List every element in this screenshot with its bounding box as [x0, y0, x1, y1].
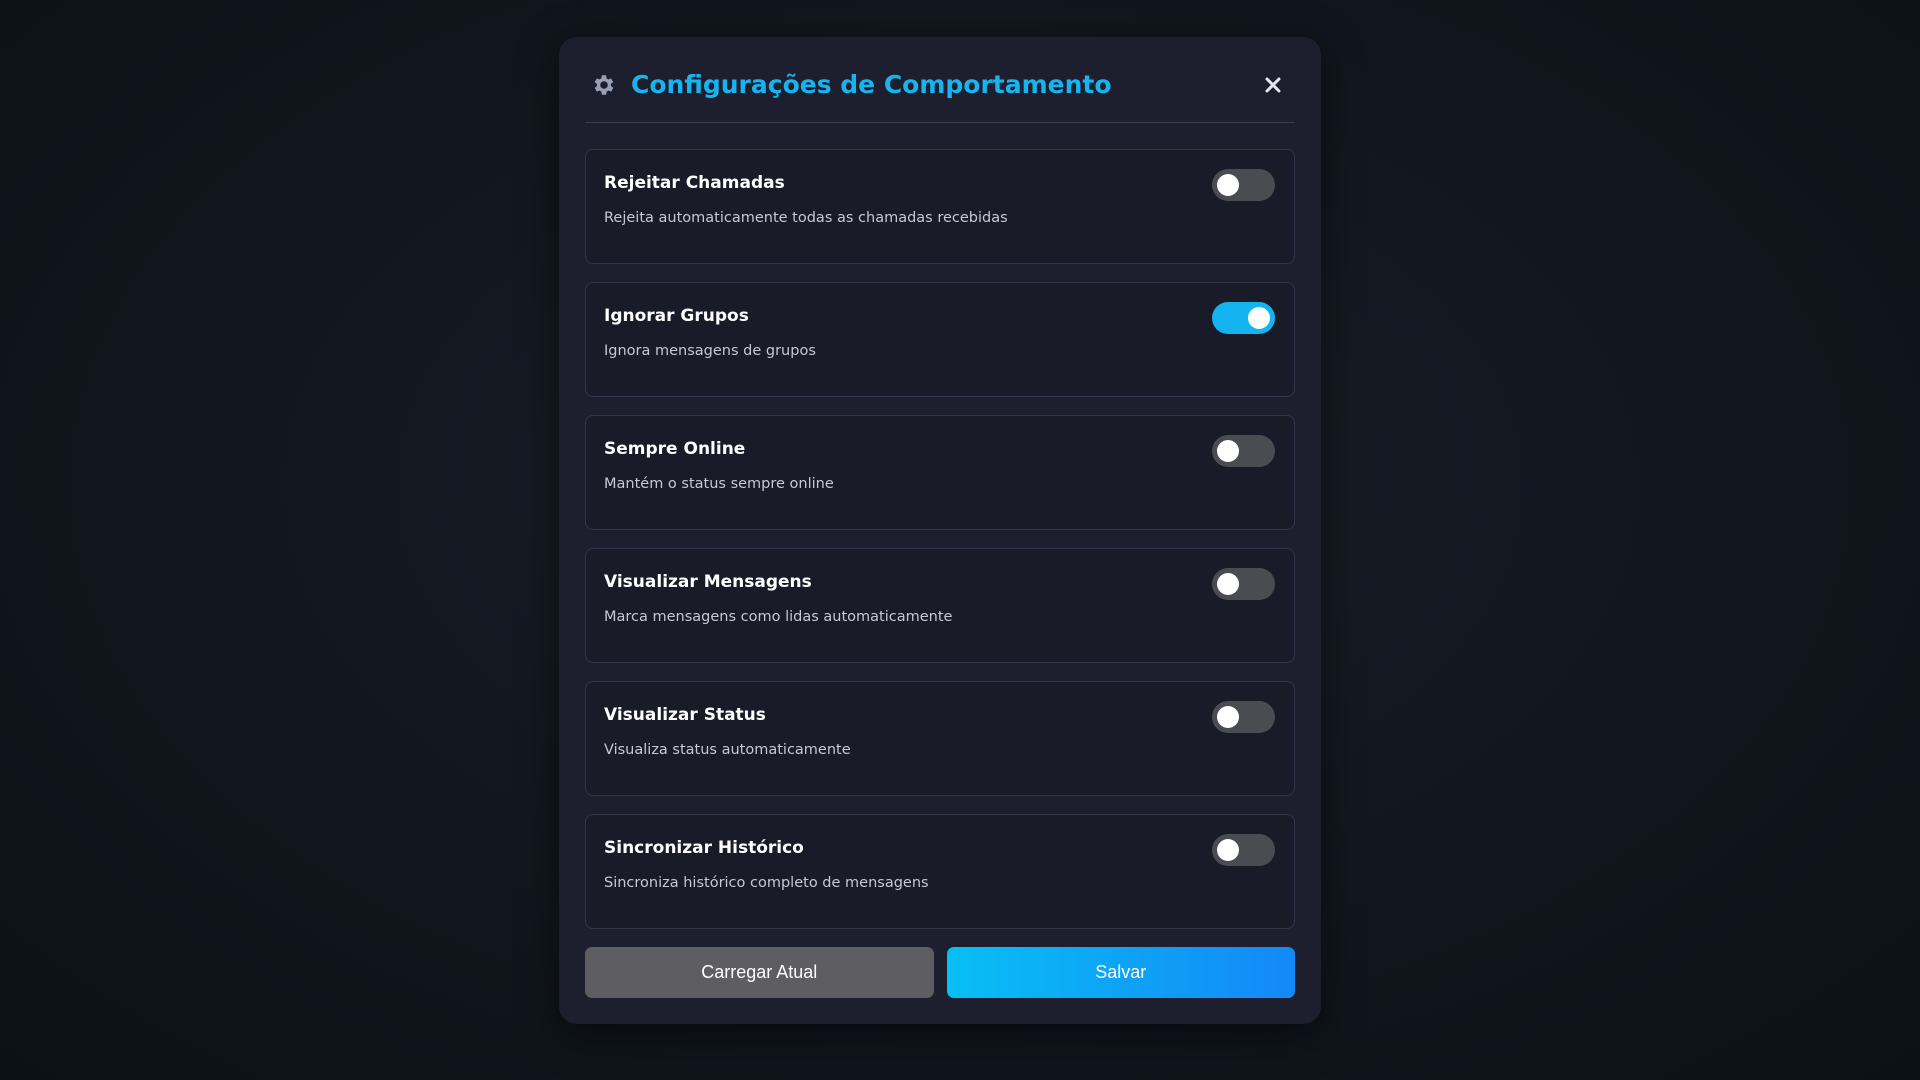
toggle-knob	[1217, 706, 1239, 728]
setting-description: Visualiza status automaticamente	[604, 742, 851, 758]
toggle-knob	[1217, 440, 1239, 462]
toggle-knob	[1217, 573, 1239, 595]
close-icon[interactable]	[1261, 73, 1285, 97]
setting-card-visualizar-mensagens: Visualizar Mensagens Marca mensagens com…	[585, 548, 1295, 663]
setting-card-rejeitar-chamadas: Rejeitar Chamadas Rejeita automaticament…	[585, 149, 1295, 264]
toggle-knob	[1248, 307, 1270, 329]
save-button[interactable]: Salvar	[946, 947, 1295, 998]
toggle-knob	[1217, 174, 1239, 196]
behavior-settings-modal: Configurações de Comportamento Rejeitar …	[559, 37, 1321, 1024]
setting-title: Sincronizar Histórico	[604, 838, 804, 858]
toggle-visualizar-mensagens[interactable]	[1212, 568, 1275, 600]
modal-title: Configurações de Comportamento	[631, 70, 1112, 99]
setting-description: Mantém o status sempre online	[604, 476, 834, 492]
setting-description: Sincroniza histórico completo de mensage…	[604, 875, 929, 891]
toggle-sempre-online[interactable]	[1212, 435, 1275, 467]
setting-description: Marca mensagens como lidas automaticamen…	[604, 609, 953, 625]
modal-actions: Carregar Atual Salvar	[585, 947, 1295, 998]
setting-title: Visualizar Mensagens	[604, 572, 812, 592]
load-current-button[interactable]: Carregar Atual	[585, 947, 934, 998]
setting-title: Rejeitar Chamadas	[604, 173, 785, 193]
gear-icon	[589, 70, 619, 100]
toggle-knob	[1217, 839, 1239, 861]
setting-title: Sempre Online	[604, 439, 746, 459]
setting-card-sempre-online: Sempre Online Mantém o status sempre onl…	[585, 415, 1295, 530]
setting-title: Visualizar Status	[604, 705, 766, 725]
setting-description: Rejeita automaticamente todas as chamada…	[604, 210, 1008, 226]
setting-card-visualizar-status: Visualizar Status Visualiza status autom…	[585, 681, 1295, 796]
setting-card-sincronizar-historico: Sincronizar Histórico Sincroniza históri…	[585, 814, 1295, 929]
settings-list: Rejeitar Chamadas Rejeita automaticament…	[585, 149, 1295, 929]
modal-header: Configurações de Comportamento	[585, 47, 1295, 123]
toggle-sincronizar-historico[interactable]	[1212, 834, 1275, 866]
setting-title: Ignorar Grupos	[604, 306, 749, 326]
setting-description: Ignora mensagens de grupos	[604, 343, 816, 359]
toggle-rejeitar-chamadas[interactable]	[1212, 169, 1275, 201]
toggle-visualizar-status[interactable]	[1212, 701, 1275, 733]
toggle-ignorar-grupos[interactable]	[1212, 302, 1275, 334]
setting-card-ignorar-grupos: Ignorar Grupos Ignora mensagens de grupo…	[585, 282, 1295, 397]
